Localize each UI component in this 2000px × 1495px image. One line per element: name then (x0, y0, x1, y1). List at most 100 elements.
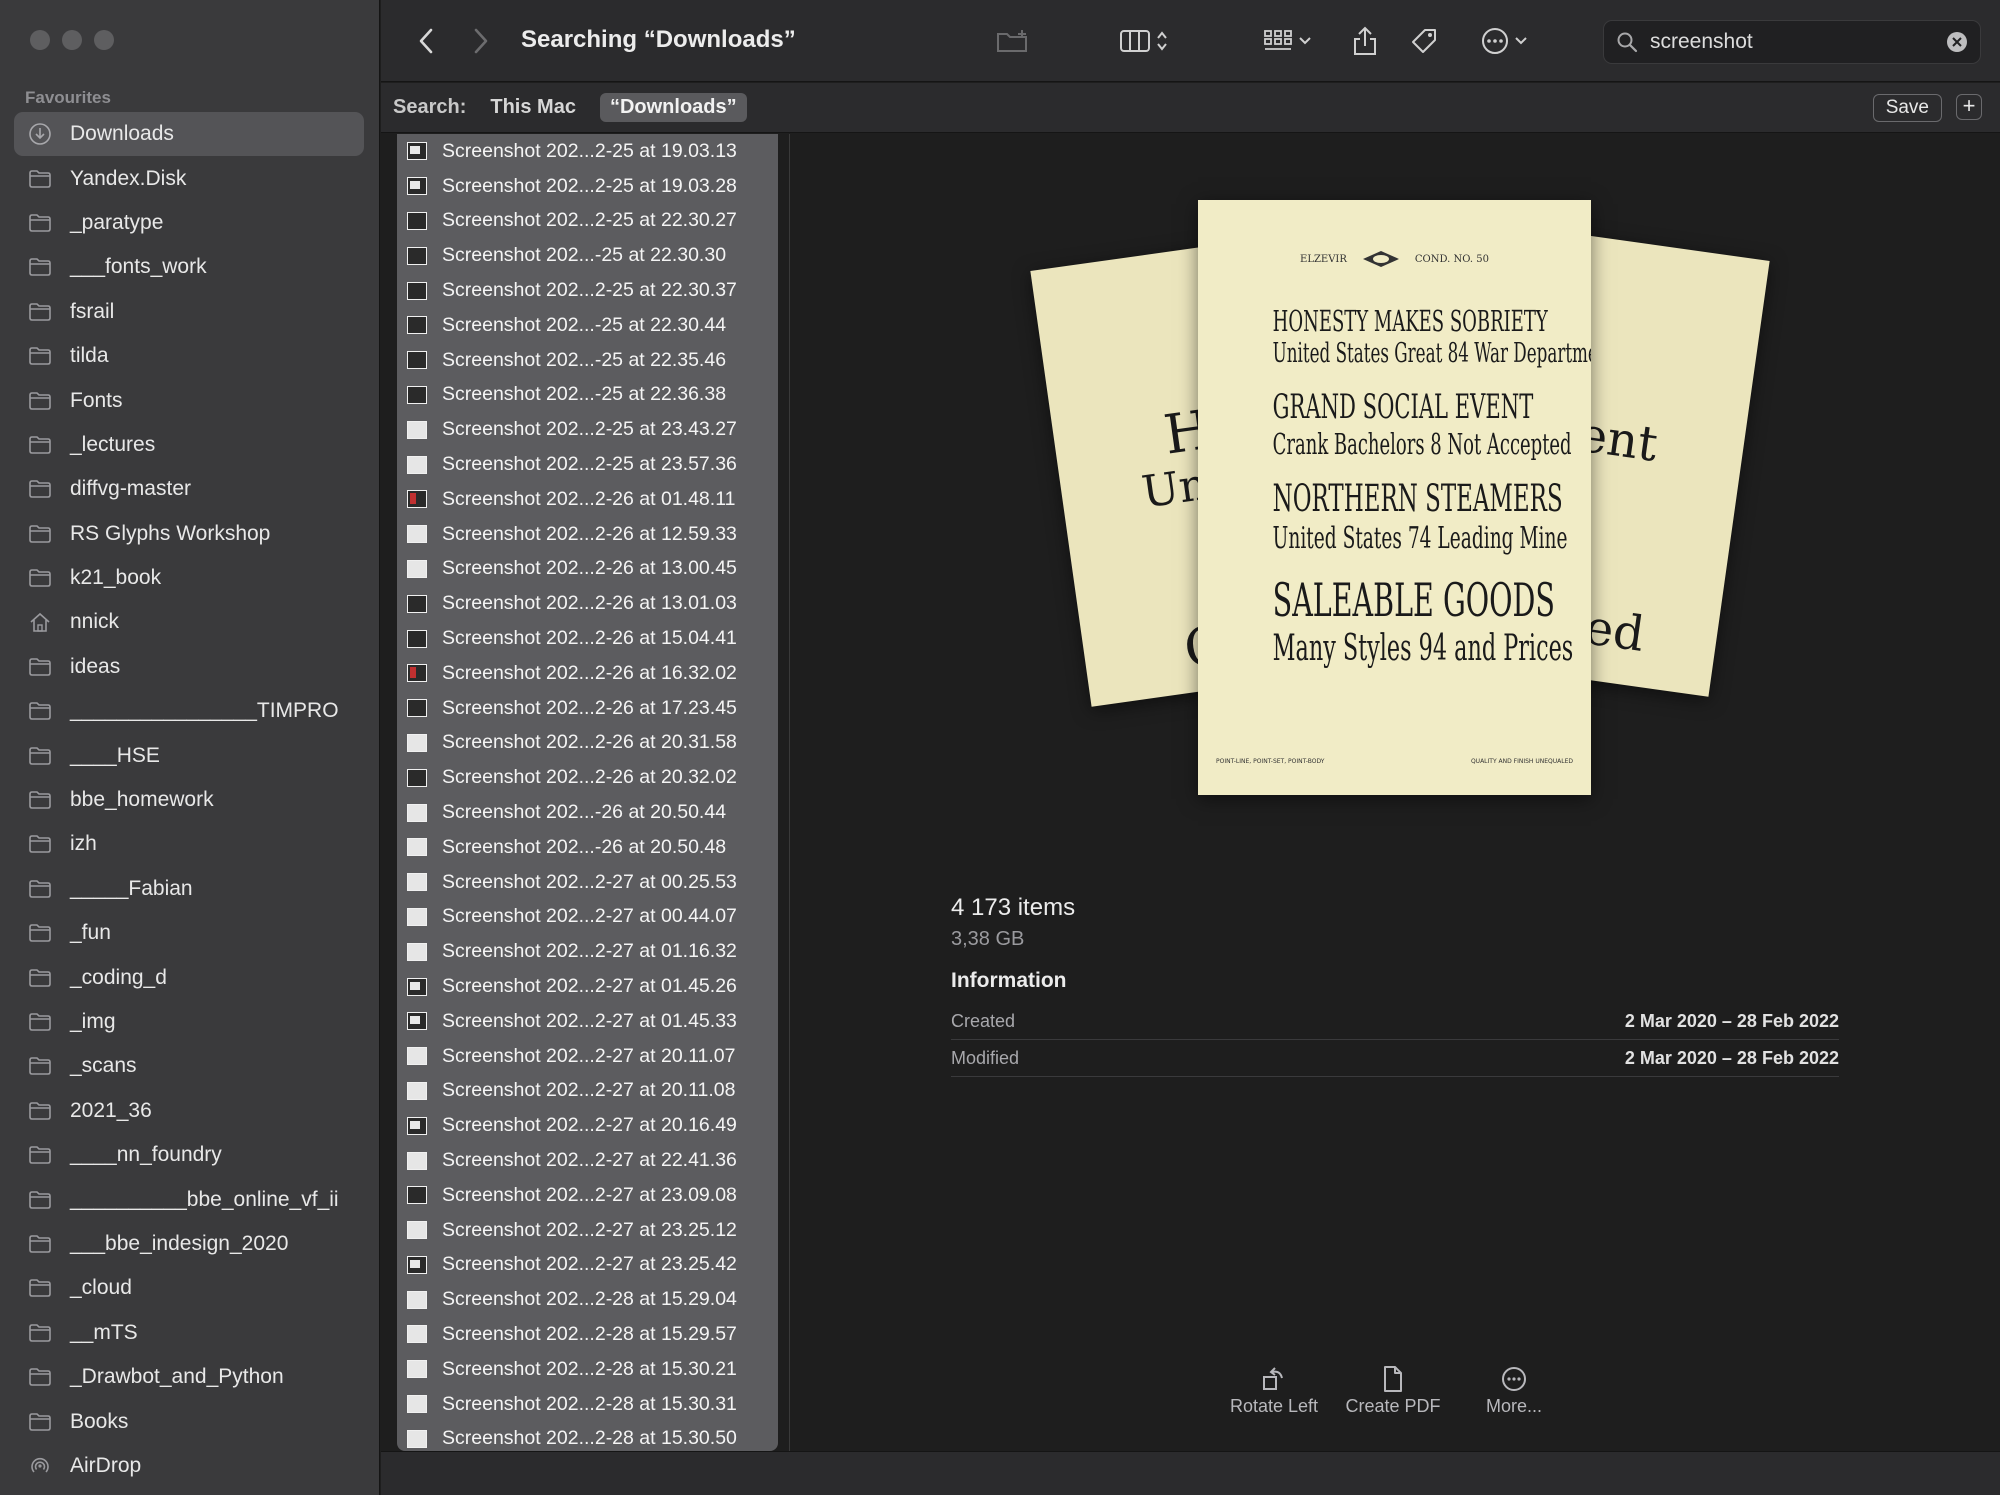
file-row[interactable]: Screenshot 202...-26 at 20.50.44 (397, 795, 778, 830)
clear-search-icon[interactable] (1946, 31, 1968, 53)
group-button[interactable] (1258, 20, 1316, 62)
sidebar-item[interactable]: ideas (14, 645, 364, 689)
tags-button[interactable] (1406, 20, 1442, 62)
sidebar-item[interactable]: izh (14, 822, 364, 866)
back-button[interactable] (411, 24, 441, 58)
rotate-left-button[interactable]: Rotate Left (1222, 1362, 1326, 1417)
file-row[interactable]: Screenshot 202...2-27 at 23.25.42 (397, 1248, 778, 1283)
file-row[interactable]: Screenshot 202...2-27 at 23.09.08 (397, 1178, 778, 1213)
sidebar-item[interactable]: _cloud (14, 1266, 364, 1310)
scope-this-mac-button[interactable]: This Mac (480, 93, 586, 122)
sidebar-item[interactable]: ____HSE (14, 733, 364, 777)
add-criteria-button[interactable]: + (1956, 94, 1982, 120)
more-button[interactable]: More... (1462, 1362, 1566, 1417)
ellipsis-circle-icon (1482, 28, 1508, 54)
sidebar-item[interactable]: tilda (14, 334, 364, 378)
search-input[interactable] (1650, 30, 1946, 54)
sidebar-item[interactable]: Downloads (14, 112, 364, 157)
file-row[interactable]: Screenshot 202...2-27 at 20.16.49 (397, 1108, 778, 1143)
file-row[interactable]: Screenshot 202...2-27 at 00.25.53 (397, 865, 778, 900)
file-row[interactable]: Screenshot 202...2-27 at 23.25.12 (397, 1213, 778, 1248)
file-row[interactable]: Screenshot 202...2-27 at 01.16.32 (397, 934, 778, 969)
sidebar-item[interactable]: AirDrop (14, 1444, 364, 1488)
zoom-window-button[interactable] (94, 30, 114, 50)
sidebar-item[interactable]: ________________TIMPRO (14, 689, 364, 733)
sidebar-item[interactable]: _scans (14, 1044, 364, 1088)
sidebar-item[interactable]: Books (14, 1399, 364, 1443)
view-mode-button[interactable] (1112, 20, 1176, 62)
sidebar-item[interactable]: __________bbe_online_vf_ii (14, 1177, 364, 1221)
file-row[interactable]: Screenshot 202...2-28 at 15.29.04 (397, 1282, 778, 1317)
new-folder-button[interactable] (993, 20, 1033, 62)
save-search-button[interactable]: Save (1872, 94, 1942, 122)
sidebar-item[interactable]: ____nn_foundry (14, 1133, 364, 1177)
file-row[interactable]: Screenshot 202...2-27 at 22.41.36 (397, 1143, 778, 1178)
file-row[interactable]: Screenshot 202...2-26 at 12.59.33 (397, 517, 778, 552)
file-row[interactable]: Screenshot 202...2-27 at 01.45.26 (397, 969, 778, 1004)
sidebar-item[interactable]: _fun (14, 911, 364, 955)
sidebar-item[interactable]: RS Glyphs Workshop (14, 512, 364, 556)
file-row[interactable]: Screenshot 202...2-27 at 20.11.08 (397, 1074, 778, 1109)
file-row[interactable]: Screenshot 202...2-28 at 15.30.31 (397, 1387, 778, 1422)
toolbar: Searching “Downloads” (381, 0, 2000, 82)
file-row[interactable]: Screenshot 202...2-25 at 22.30.37 (397, 273, 778, 308)
sidebar-item[interactable]: ___bbe_indesign_2020 (14, 1222, 364, 1266)
file-row[interactable]: Screenshot 202...2-25 at 19.03.28 (397, 169, 778, 204)
sidebar-item[interactable]: k21_book (14, 556, 364, 600)
sidebar-item[interactable]: 2021_36 (14, 1089, 364, 1133)
file-row[interactable]: Screenshot 202...2-25 at 22.30.27 (397, 204, 778, 239)
sidebar-item[interactable]: diffvg-master (14, 467, 364, 511)
more-actions-button[interactable] (1474, 20, 1534, 62)
sidebar-item[interactable]: fsrail (14, 290, 364, 334)
share-button[interactable] (1347, 20, 1383, 62)
sidebar-item[interactable]: Fonts (14, 378, 364, 422)
sidebar-item[interactable]: _paratype (14, 201, 364, 245)
sidebar-item[interactable]: __mTS (14, 1311, 364, 1355)
file-row[interactable]: Screenshot 202...-25 at 22.30.44 (397, 308, 778, 343)
sidebar-item[interactable]: bbe_homework (14, 778, 364, 822)
sidebar-item[interactable]: Yandex.Disk (14, 156, 364, 200)
file-name: Screenshot 202...2-27 at 23.25.42 (442, 1253, 737, 1276)
file-list[interactable]: Screenshot 202...2-25 at 19.03.13 Screens… (397, 134, 778, 1451)
forward-button[interactable] (466, 24, 496, 58)
file-row[interactable]: Screenshot 202...2-25 at 23.43.27 (397, 412, 778, 447)
file-row[interactable]: Screenshot 202...2-27 at 01.45.33 (397, 1004, 778, 1039)
sidebar-item[interactable]: _____Fabian (14, 867, 364, 911)
file-name: Screenshot 202...2-25 at 22.30.27 (442, 209, 737, 232)
minimize-window-button[interactable] (62, 30, 82, 50)
sidebar-item[interactable]: _img (14, 1000, 364, 1044)
file-row[interactable]: Screenshot 202...2-26 at 20.32.02 (397, 760, 778, 795)
document-preview[interactable]: ELZEVIR COND. NO. 50 HONESTY MAKES SOBRI… (1198, 200, 1591, 795)
file-row[interactable]: Screenshot 202...2-26 at 17.23.45 (397, 691, 778, 726)
file-row[interactable]: Screenshot 202...-25 at 22.30.30 (397, 238, 778, 273)
sidebar-item[interactable]: _lectures (14, 423, 364, 467)
scope-downloads-button[interactable]: “Downloads” (599, 93, 747, 122)
file-row[interactable]: Screenshot 202...-26 at 20.50.48 (397, 830, 778, 865)
file-name: Screenshot 202...2-26 at 12.59.33 (442, 522, 737, 545)
sidebar-item[interactable]: ___fonts_work (14, 245, 364, 289)
sidebar-item-label: RS Glyphs Workshop (70, 521, 271, 545)
sidebar-item[interactable]: nnick (14, 600, 364, 644)
file-row[interactable]: Screenshot 202...2-26 at 15.04.41 (397, 621, 778, 656)
file-row[interactable]: Screenshot 202...2-28 at 15.30.50 (397, 1421, 778, 1451)
search-field[interactable] (1603, 20, 1981, 64)
file-row[interactable]: Screenshot 202...2-27 at 00.44.07 (397, 900, 778, 935)
file-row[interactable]: Screenshot 202...2-26 at 20.31.58 (397, 726, 778, 761)
file-row[interactable]: Screenshot 202...2-28 at 15.29.57 (397, 1317, 778, 1352)
sidebar-item[interactable]: _Drawbot_and_Python (14, 1355, 364, 1399)
file-row[interactable]: Screenshot 202...-25 at 22.35.46 (397, 343, 778, 378)
folder-icon (28, 1367, 52, 1387)
create-pdf-button[interactable]: Create PDF (1341, 1362, 1445, 1417)
file-row[interactable]: Screenshot 202...-25 at 22.36.38 (397, 378, 778, 413)
file-row[interactable]: Screenshot 202...2-26 at 01.48.11 (397, 482, 778, 517)
file-row[interactable]: Screenshot 202...2-25 at 23.57.36 (397, 447, 778, 482)
close-window-button[interactable] (30, 30, 50, 50)
file-name: Screenshot 202...2-28 at 15.30.31 (442, 1392, 737, 1415)
file-row[interactable]: Screenshot 202...2-26 at 13.01.03 (397, 586, 778, 621)
sidebar-item[interactable]: _coding_d (14, 955, 364, 999)
file-row[interactable]: Screenshot 202...2-28 at 15.30.21 (397, 1352, 778, 1387)
file-row[interactable]: Screenshot 202...2-26 at 16.32.02 (397, 656, 778, 691)
file-row[interactable]: Screenshot 202...2-27 at 20.11.07 (397, 1039, 778, 1074)
file-row[interactable]: Screenshot 202...2-26 at 13.00.45 (397, 552, 778, 587)
file-row[interactable]: Screenshot 202...2-25 at 19.03.13 (397, 134, 778, 169)
